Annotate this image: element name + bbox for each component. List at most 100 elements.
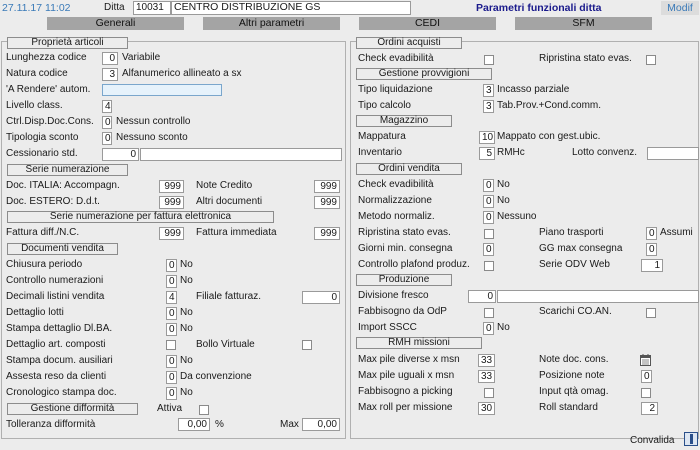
tipo-calcolo-field[interactable]: 3 — [483, 100, 494, 113]
tolleranza-field[interactable]: 0,00 — [178, 418, 210, 431]
divisione-fresco-label: Divisione fresco — [358, 290, 429, 301]
lotto-convenz-label: Lotto convenz. — [572, 147, 638, 158]
max-pile-uguali-label: Max pile uguali x msn — [358, 370, 455, 381]
altri-documenti-field[interactable]: 999 — [314, 196, 340, 209]
lunghezza-codice-desc: Variabile — [122, 52, 161, 63]
section-proprieta-articoli: Proprietà articoli — [7, 37, 128, 49]
fabbisogno-picking-label: Fabbisogno a picking — [358, 386, 453, 397]
fabbisogno-picking-checkbox[interactable] — [484, 388, 494, 398]
livello-class-field[interactable]: 4 — [102, 100, 112, 113]
fattura-diff-field[interactable]: 999 — [159, 227, 184, 240]
lunghezza-codice-field[interactable]: 0 — [102, 52, 118, 65]
note-credito-label: Note Credito — [196, 180, 253, 191]
stampa-dettaglio-field[interactable]: 0 — [166, 323, 177, 336]
fabbisogno-odp-checkbox[interactable] — [484, 308, 494, 318]
natura-codice-field[interactable]: 3 — [102, 68, 118, 81]
note-credito-field[interactable]: 999 — [314, 180, 340, 193]
ctrl-disp-desc: Nessun controllo — [116, 116, 191, 127]
tab-sfm[interactable]: SFM — [515, 17, 652, 30]
section-documenti-vendita: Documenti vendita — [7, 243, 118, 255]
controllo-plafond-checkbox[interactable] — [484, 261, 494, 271]
filiale-fatturaz-field[interactable]: 0 — [302, 291, 340, 304]
cronologico-stampa-field[interactable]: 0 — [166, 387, 177, 400]
cessionario-code-field[interactable]: 0 — [102, 148, 139, 161]
tab-generali[interactable]: Generali — [47, 17, 184, 30]
tolleranza-label: Tolleranza difformità — [6, 419, 96, 430]
divisione-fresco-desc-field — [497, 290, 699, 303]
stampa-dettaglio-desc: No — [180, 323, 193, 334]
divisione-fresco-field[interactable]: 0 — [468, 290, 496, 303]
chiusura-periodo-desc: No — [180, 259, 193, 270]
calendar-icon[interactable] — [640, 354, 651, 366]
ov-check-evadibilita-field[interactable]: 0 — [483, 179, 494, 192]
ov-ripristina-checkbox[interactable] — [484, 229, 494, 239]
inventario-field[interactable]: 5 — [479, 147, 495, 160]
gg-max-field[interactable]: 0 — [646, 243, 657, 256]
normalizzazione-field[interactable]: 0 — [483, 195, 494, 208]
metodo-normaliz-desc: Nessuno — [497, 211, 537, 222]
controllo-numerazioni-desc: No — [180, 275, 193, 286]
roll-standard-field[interactable]: 2 — [641, 402, 658, 415]
dettaglio-lotti-label: Dettaglio lotti — [6, 307, 64, 318]
section-serie-numerazione: Serie numerazione — [7, 164, 128, 176]
lotto-convenz-field[interactable] — [647, 147, 699, 160]
scarichi-coan-checkbox[interactable] — [646, 308, 656, 318]
tipo-calcolo-desc: Tab.Prov.+Cond.comm. — [497, 100, 602, 111]
doc-estero-field[interactable]: 999 — [159, 196, 184, 209]
a-rendere-label: 'A Rendere' autom. — [6, 84, 91, 95]
section-magazzino: Magazzino — [356, 115, 452, 127]
max-field[interactable]: 0,00 — [302, 418, 340, 431]
max-pile-uguali-field[interactable]: 33 — [478, 370, 495, 383]
stampa-ausiliari-field[interactable]: 0 — [166, 355, 177, 368]
mappatura-desc: Mappato con gest.ubic. — [497, 131, 601, 142]
max-roll-field[interactable]: 30 — [478, 402, 495, 415]
mappatura-field[interactable]: 10 — [479, 131, 495, 144]
doc-italia-field[interactable]: 999 — [159, 180, 184, 193]
bollo-virtuale-label: Bollo Virtuale — [196, 339, 255, 350]
input-qta-omag-label: Input qtà omag. — [539, 386, 609, 397]
section-gestione-provvigioni: Gestione provvigioni — [356, 68, 492, 80]
inventario-desc: RMHc — [497, 147, 525, 158]
doc-italia-label: Doc. ITALIA: Accompagn. — [6, 180, 120, 191]
attiva-checkbox[interactable] — [199, 405, 209, 415]
tolleranza-unit: % — [215, 419, 224, 430]
giorni-min-field[interactable]: 0 — [483, 243, 494, 256]
section-serie-fattura-elettronica: Serie numerazione per fattura elettronic… — [7, 211, 274, 223]
metodo-normaliz-field[interactable]: 0 — [483, 211, 494, 224]
serie-odv-field[interactable]: 1 — [641, 259, 663, 272]
tipologia-sconto-field[interactable]: 0 — [102, 132, 112, 145]
a-rendere-field[interactable] — [102, 84, 222, 96]
dettaglio-lotti-field[interactable]: 0 — [166, 307, 177, 320]
filiale-fatturaz-label: Filiale fatturaz. — [196, 291, 262, 302]
import-sscc-desc: No — [497, 322, 510, 333]
modif-button[interactable]: Modif — [661, 1, 699, 15]
bollo-virtuale-checkbox[interactable] — [302, 340, 312, 350]
input-qta-omag-checkbox[interactable] — [641, 388, 651, 398]
oa-ripristina-label: Ripristina stato evas. — [539, 53, 632, 64]
oa-ripristina-checkbox[interactable] — [646, 55, 656, 65]
piano-trasporti-field[interactable]: 0 — [646, 227, 657, 240]
tipo-liquidazione-desc: Incasso parziale — [497, 84, 570, 95]
posizione-note-field[interactable]: 0 — [641, 370, 652, 383]
tipologia-sconto-label: Tipologia sconto — [6, 132, 79, 143]
tipo-liquidazione-field[interactable]: 3 — [483, 84, 494, 97]
decimali-listini-field[interactable]: 4 — [166, 291, 177, 304]
controllo-numerazioni-field[interactable]: 0 — [166, 275, 177, 288]
ditta-code-field[interactable]: 10031 — [133, 1, 171, 15]
cessionario-label: Cessionario std. — [6, 148, 78, 159]
convalida-icon[interactable] — [684, 432, 698, 446]
tipologia-sconto-desc: Nessuno sconto — [116, 132, 188, 143]
chiusura-periodo-field[interactable]: 0 — [166, 259, 177, 272]
import-sscc-field[interactable]: 0 — [483, 322, 494, 335]
tab-cedi[interactable]: CEDI — [359, 17, 496, 30]
oa-check-evadibilita-checkbox[interactable] — [484, 55, 494, 65]
controllo-numerazioni-label: Controllo numerazioni — [6, 275, 104, 286]
section-ordini-vendita: Ordini vendita — [356, 163, 462, 175]
dettaglio-art-composti-checkbox[interactable] — [166, 340, 176, 350]
assesta-reso-field[interactable]: 0 — [166, 371, 177, 384]
mappatura-label: Mappatura — [358, 131, 406, 142]
tab-altri-parametri[interactable]: Altri parametri — [203, 17, 340, 30]
ctrl-disp-field[interactable]: 0 — [102, 116, 112, 129]
fattura-immediata-field[interactable]: 999 — [314, 227, 340, 240]
max-pile-diverse-field[interactable]: 33 — [478, 354, 495, 367]
